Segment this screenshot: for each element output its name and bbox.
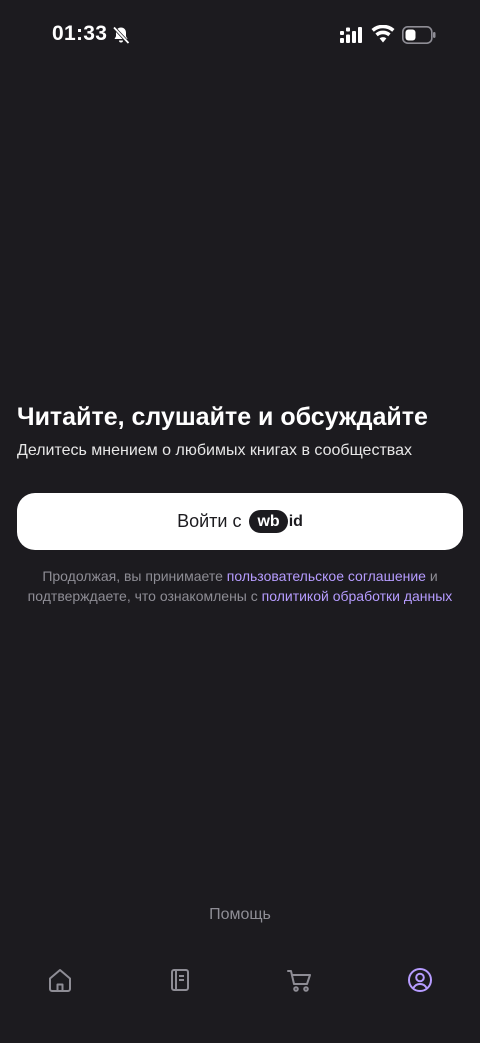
home-icon bbox=[49, 969, 71, 992]
login-with-wbid-button[interactable]: Войти с wb id bbox=[17, 493, 463, 550]
hero-section: Читайте, слушайте и обсуждайте Делитесь … bbox=[17, 398, 463, 462]
legal-notice: Продолжая, вы принимаете пользовательско… bbox=[10, 566, 470, 606]
wbid-logo-wb: wb bbox=[249, 510, 288, 533]
login-button-label: Войти с bbox=[177, 511, 242, 531]
tab-cart[interactable] bbox=[285, 965, 315, 995]
hero-subtitle: Делитесь мнением о любимых книгах в сооб… bbox=[17, 442, 412, 459]
tab-profile[interactable] bbox=[405, 965, 435, 995]
wbid-logo-id: id bbox=[288, 512, 303, 530]
status-time: 01:33 bbox=[52, 22, 108, 45]
bell-off-icon bbox=[112, 26, 130, 45]
tab-home[interactable] bbox=[45, 965, 75, 995]
privacy-policy-link[interactable]: политикой обработки данных bbox=[262, 588, 453, 604]
help-link[interactable]: Помощь bbox=[0, 904, 480, 926]
wifi-icon bbox=[371, 25, 395, 43]
wbid-logo: wb id bbox=[249, 510, 303, 533]
tab-bar bbox=[0, 955, 480, 1005]
book-icon bbox=[171, 969, 189, 991]
status-bar: 01:33 bbox=[0, 0, 480, 70]
cart-icon bbox=[287, 970, 311, 992]
signal-icon bbox=[340, 27, 362, 43]
tab-books[interactable] bbox=[165, 965, 195, 995]
battery-icon bbox=[402, 26, 436, 44]
hero-title: Читайте, слушайте и обсуждайте bbox=[17, 403, 428, 431]
legal-text-1: Продолжая, вы принимаете bbox=[42, 568, 227, 584]
profile-icon bbox=[408, 968, 432, 992]
user-agreement-link[interactable]: пользовательское соглашение bbox=[227, 568, 426, 584]
